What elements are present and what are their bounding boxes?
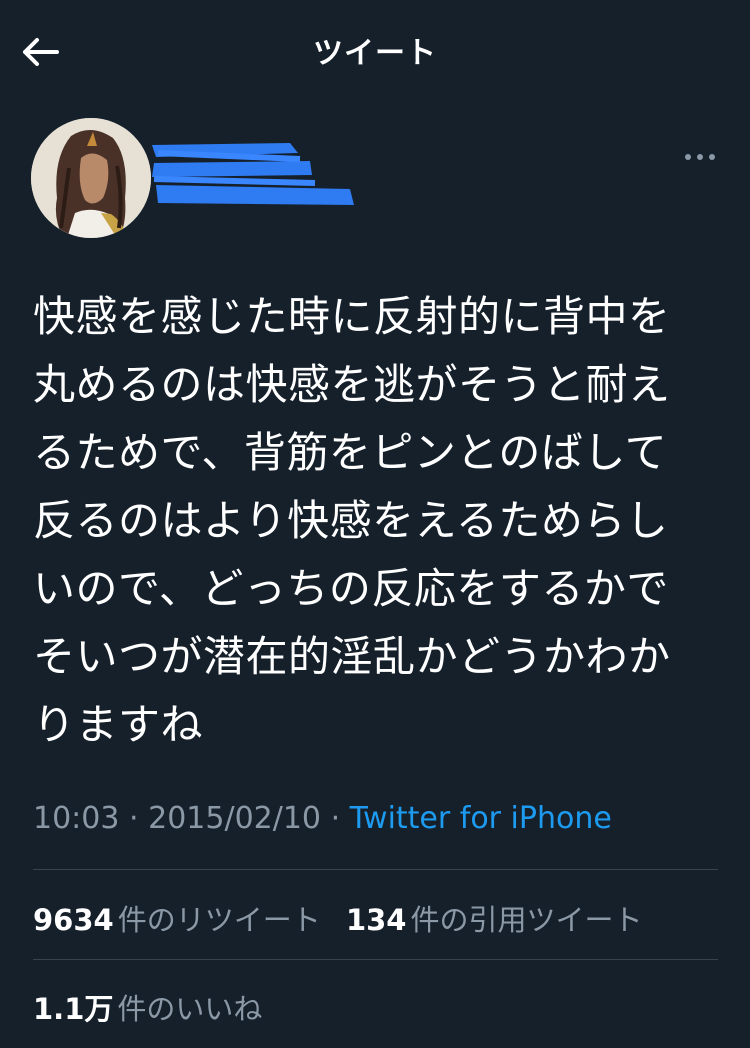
quotes-count: 134: [345, 903, 407, 937]
tweet-time: 10:03: [33, 801, 120, 836]
retweets-label: 件のリツイート: [117, 903, 321, 937]
redaction-scribble: [152, 143, 354, 205]
avatar-image: [31, 118, 151, 238]
tweet-text: 快感を感じた時に反射的に背中を 丸めるのは快感を逃がそうと耐え るためで、背筋を…: [33, 292, 671, 749]
more-horizontal-icon: [685, 154, 715, 160]
author-name-redacted[interactable]: [150, 135, 360, 215]
top-bar: ツイート: [0, 0, 750, 100]
quotes-label: 件の引用ツイート: [410, 903, 643, 937]
retweets-count: 9634: [33, 903, 114, 937]
tweet-date: 2015/02/10: [148, 801, 322, 836]
tweet-source-link[interactable]: Twitter for iPhone: [350, 801, 612, 836]
likes-stat[interactable]: 1.1万 件のいいね: [33, 992, 262, 1026]
more-options-button[interactable]: [676, 140, 724, 174]
divider: [33, 959, 718, 960]
quotes-stat[interactable]: 134 件の引用ツイート: [346, 903, 643, 937]
meta-separator: ·: [330, 801, 341, 836]
meta-separator: ·: [129, 801, 139, 836]
likes-row: 1.1万 件のいいね: [33, 986, 278, 1028]
page-title: ツイート: [313, 36, 437, 71]
likes-count: 1.1万: [33, 992, 114, 1026]
tweet-meta: 10:03 · 2015/02/10 · Twitter for iPhone: [33, 801, 612, 836]
likes-label: 件のいいね: [117, 992, 263, 1026]
retweets-stat[interactable]: 9634 件のリツイート: [33, 903, 321, 937]
engagement-stats: 9634 件のリツイート 134 件の引用ツイート: [33, 897, 659, 939]
author-avatar[interactable]: [31, 118, 151, 238]
divider: [33, 869, 718, 870]
